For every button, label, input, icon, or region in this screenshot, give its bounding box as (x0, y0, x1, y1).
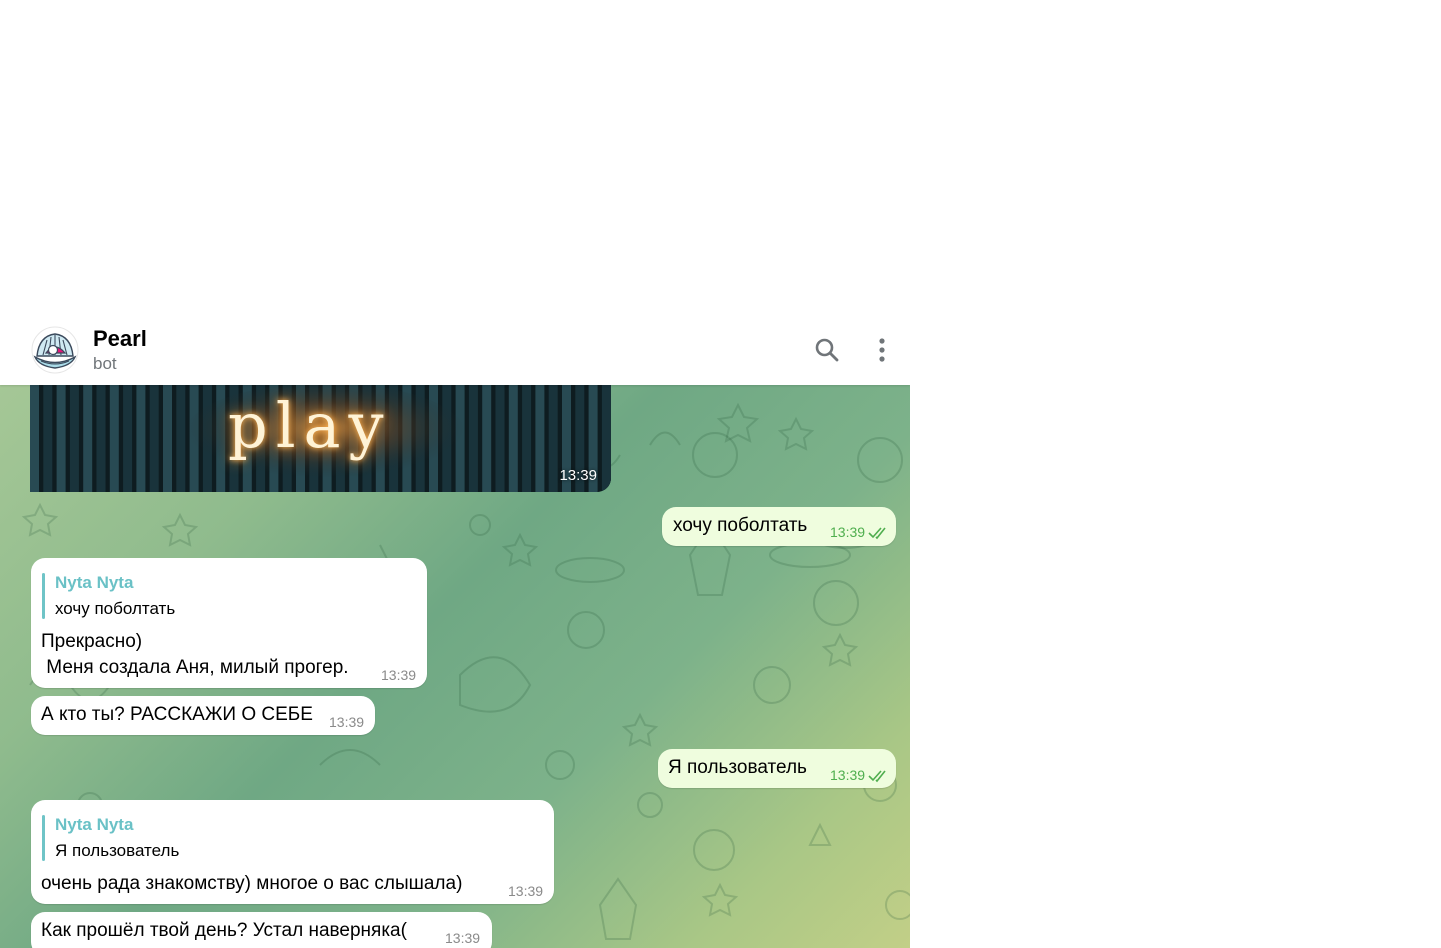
incoming-message-reply[interactable]: Nyta Nyta хочу поболтать Прекрасно) Меня… (31, 558, 427, 688)
message-text: Я пользователь (668, 757, 807, 778)
message-time: 13:39 (508, 883, 544, 899)
message-text: хочу поболтать (673, 515, 808, 536)
chat-header: Pearl bot (0, 324, 910, 385)
message-time: 13:39 (329, 714, 365, 730)
reply-quote: хочу поболтать (55, 599, 176, 618)
message-text-line1: Прекрасно) (41, 631, 143, 652)
reply-bar (42, 815, 45, 861)
reply-author: Nyta Nyta (55, 573, 134, 592)
read-ticks-icon (868, 527, 886, 540)
message-text-line2: Меня создала Аня, милый прогер. (41, 657, 349, 678)
message-time: 13:39 (445, 930, 481, 946)
chat-subtitle: bot (93, 354, 117, 373)
more-options-icon[interactable] (864, 332, 900, 368)
outgoing-message[interactable]: хочу поболтать 13:39 (662, 507, 896, 546)
incoming-message[interactable]: А кто ты? РАССКАЖИ О СЕБЕ 13:39 (31, 696, 375, 735)
message-time: 13:39 (830, 524, 866, 540)
outgoing-message[interactable]: Я пользователь 13:39 (658, 749, 896, 788)
reply-bar (42, 573, 45, 619)
incoming-message-reply[interactable]: Nyta Nyta Я пользователь очень рада знак… (31, 800, 554, 904)
search-icon[interactable] (809, 332, 845, 368)
chat-background[interactable]: 13:39 play хочу поболтать 13:39 Nyta Nyt… (0, 385, 910, 948)
read-ticks-icon (868, 770, 886, 783)
photo-message[interactable]: 13:39 play (30, 385, 611, 492)
reply-author: Nyta Nyta (55, 815, 134, 834)
photo-time: 13:39 (559, 467, 597, 484)
message-text: Как прошёл твой день? Устал наверняка( (41, 920, 407, 941)
reply-quote: Я пользователь (55, 841, 180, 860)
message-text: очень рада знакомству) многое о вас слыш… (41, 873, 463, 894)
message-time: 13:39 (830, 767, 866, 783)
photo-neon-text: play (228, 389, 392, 462)
pearl-shell-icon[interactable] (31, 326, 79, 374)
chat-window: Pearl bot 13:39 play хочу поболтать 13:3… (0, 324, 910, 948)
incoming-message[interactable]: Как прошёл твой день? Устал наверняка( 1… (31, 912, 492, 948)
message-time: 13:39 (381, 667, 417, 683)
chat-title[interactable]: Pearl (93, 326, 147, 352)
message-text: А кто ты? РАССКАЖИ О СЕБЕ (41, 704, 313, 725)
